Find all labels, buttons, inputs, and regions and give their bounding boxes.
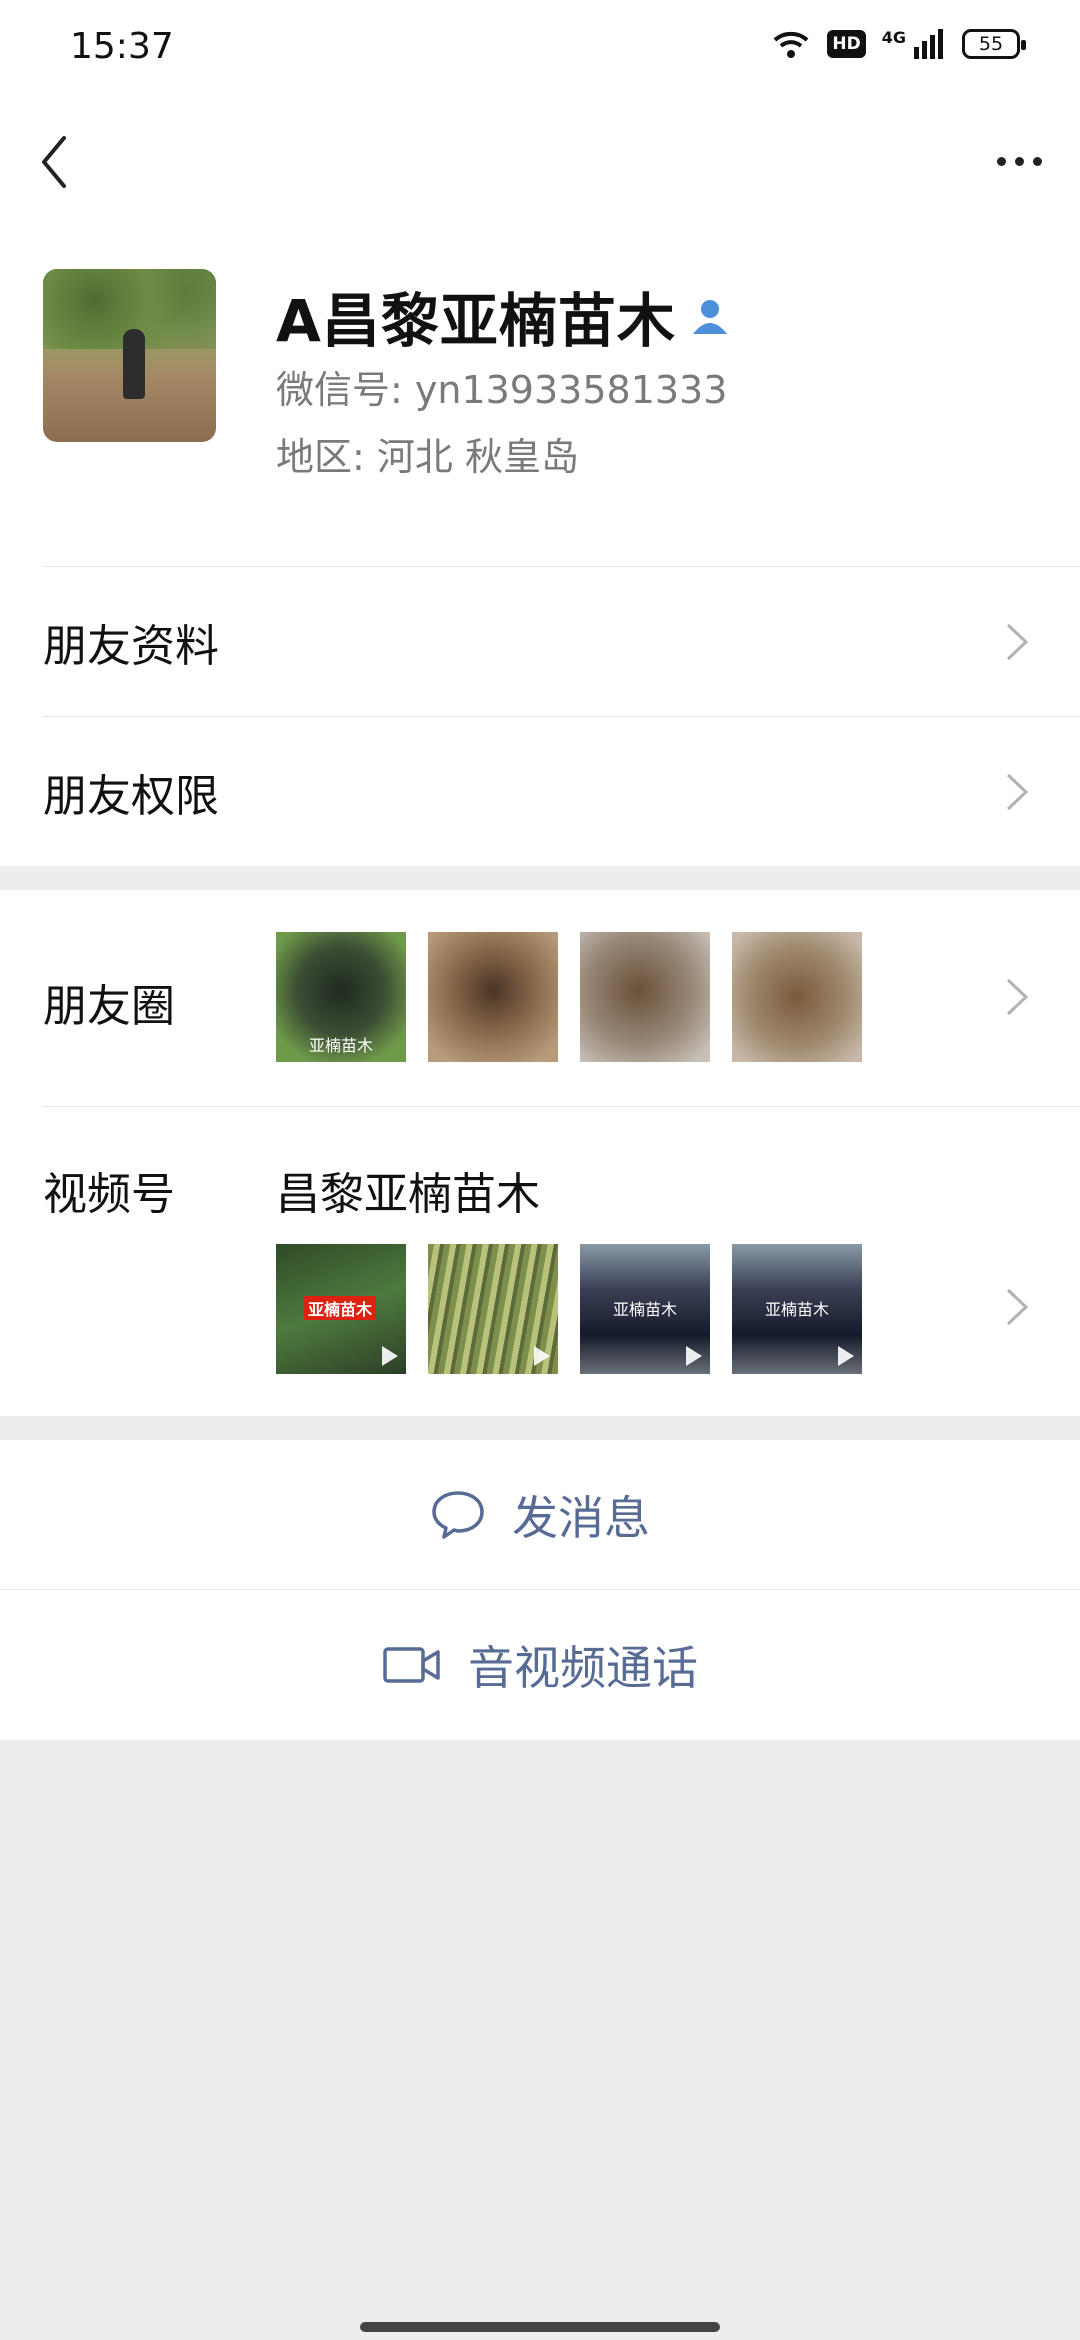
moments-thumb — [732, 932, 862, 1062]
channels-thumb: 亚楠苗木 — [276, 1244, 406, 1374]
channels-name: 昌黎亚楠苗木 — [276, 1169, 540, 1220]
profile-menu: 朋友资料 朋友权限 — [0, 566, 1080, 866]
moments-channels-section: 朋友圈 亚楠苗木 视频号 昌黎亚楠苗木 亚楠苗木 亚楠苗木 亚楠苗木 — [0, 890, 1080, 1416]
chevron-right-icon — [1006, 1288, 1029, 1326]
moments-thumb: 亚楠苗木 — [276, 932, 406, 1062]
friend-permissions-label: 朋友权限 — [43, 770, 219, 822]
friend-permissions-row[interactable]: 朋友权限 — [43, 716, 1080, 866]
network-label: 4G — [881, 27, 906, 47]
signal-icon — [914, 29, 943, 59]
moments-thumbnails: 亚楠苗木 — [276, 932, 862, 1062]
hd-icon: HD — [827, 30, 866, 58]
section-gap — [0, 866, 1080, 890]
channels-label: 视频号 — [43, 1169, 175, 1220]
chevron-right-icon — [1006, 773, 1029, 810]
video-call-label: 音视频通话 — [468, 1641, 698, 1695]
status-time: 15:37 — [70, 26, 174, 67]
send-message-button[interactable]: 发消息 — [0, 1440, 1080, 1590]
friend-info-label: 朋友资料 — [43, 620, 219, 672]
channels-thumb: 亚楠苗木 — [732, 1244, 862, 1374]
more-options-button[interactable] — [984, 136, 1054, 186]
moments-thumb — [580, 932, 710, 1062]
moments-row[interactable]: 朋友圈 亚楠苗木 — [0, 890, 1080, 1106]
channels-row[interactable]: 视频号 昌黎亚楠苗木 亚楠苗木 亚楠苗木 亚楠苗木 — [0, 1106, 1080, 1416]
chevron-right-icon — [1006, 978, 1029, 1016]
action-buttons: 发消息 音视频通话 — [0, 1440, 1080, 1740]
chevron-right-icon — [1006, 623, 1029, 660]
wechat-id: 微信号: yn13933581333 — [276, 368, 728, 412]
friend-info-row[interactable]: 朋友资料 — [43, 566, 1080, 716]
video-camera-icon — [383, 1647, 440, 1683]
user-icon — [692, 300, 727, 334]
moments-thumb — [428, 932, 558, 1062]
moments-label: 朋友圈 — [43, 981, 175, 1032]
channels-thumb: 亚楠苗木 — [580, 1244, 710, 1374]
home-indicator[interactable] — [360, 2322, 720, 2332]
avatar[interactable] — [43, 269, 216, 442]
battery-icon: 55 — [962, 29, 1026, 59]
contact-name: A昌黎亚楠苗木 — [276, 274, 730, 358]
wifi-icon — [774, 31, 809, 58]
chat-bubble-icon — [432, 1490, 484, 1539]
video-call-button[interactable]: 音视频通话 — [0, 1590, 1080, 1740]
channels-thumb — [428, 1244, 558, 1374]
send-message-label: 发消息 — [512, 1490, 650, 1545]
status-bar: 15:37 HD 4G 55 — [0, 0, 1080, 96]
channels-thumbnails: 亚楠苗木 亚楠苗木 亚楠苗木 — [276, 1244, 862, 1374]
section-gap — [0, 1416, 1080, 1440]
contact-name-text: A昌黎亚楠苗木 — [276, 287, 676, 355]
profile-header: A昌黎亚楠苗木 微信号: yn13933581333 地区: 河北 秋皇岛 — [0, 226, 1080, 566]
top-nav-bar — [0, 96, 1080, 226]
back-arrow-icon[interactable] — [30, 132, 80, 192]
region: 地区: 河北 秋皇岛 — [276, 435, 579, 479]
battery-level: 55 — [978, 33, 1004, 55]
status-icons: HD 4G 55 — [771, 27, 1026, 60]
